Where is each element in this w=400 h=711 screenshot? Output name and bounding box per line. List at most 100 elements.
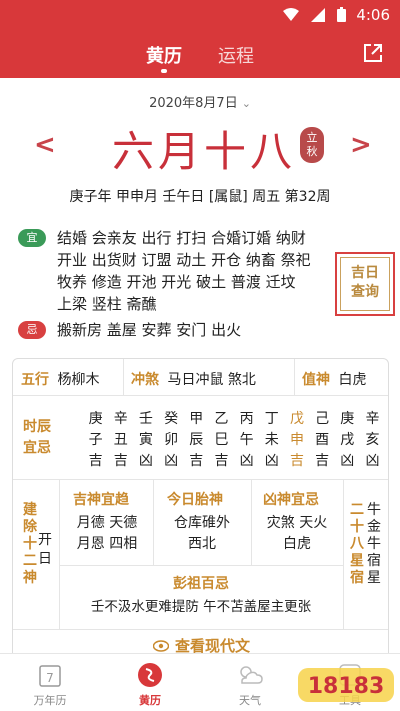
hour-column: 甲辰吉 [184, 409, 209, 472]
hour-char: 亥 [365, 432, 380, 448]
xingxiu-label: 二 十 八 星 宿 [349, 502, 365, 587]
hour-char: 壬 [138, 411, 153, 427]
hour-char: 戌 [340, 432, 355, 448]
xingxiu-value: 牛 金 牛 宿 星 [366, 502, 382, 587]
xingxiu-char: 八 [350, 536, 364, 552]
weather-icon [220, 660, 280, 690]
signal-icon [311, 7, 325, 22]
ji-badge: 忌 [18, 321, 46, 339]
jiri-query-button[interactable]: 吉日 查询 [335, 252, 395, 316]
divider [294, 359, 295, 395]
hour-column: 戊申吉 [284, 409, 309, 472]
xingxiu-value-char: 宿 [367, 553, 381, 569]
hour-column: 癸卯凶 [159, 409, 184, 472]
date-selector-label: 2020年8月7日 [149, 96, 238, 111]
hour-char: 己 [315, 411, 330, 427]
hour-column: 辛丑吉 [108, 409, 133, 472]
shichen-char: 辰 [37, 419, 51, 435]
pengzu-text: 壬不汲水更难提防 午不苫盖屋主更张 [90, 599, 312, 615]
tab-wannianli[interactable]: 7 万年历 [20, 660, 80, 708]
hour-column: 庚子吉 [83, 409, 108, 472]
zhishen-label: 值神 [302, 372, 330, 388]
jianchu-char: 二 [23, 553, 37, 569]
divider [13, 479, 388, 480]
status-bar: 4:06 [0, 0, 400, 30]
shichen-char: 忌 [37, 440, 51, 456]
shichen-label: 时辰 宜忌 [23, 417, 51, 459]
yi-line: 牧养 修造 开池 开光 破土 普渡 迁坟 [57, 273, 296, 291]
hour-fortune: 吉 [315, 453, 330, 469]
xingxiu-char: 十 [350, 519, 364, 535]
hour-char: 未 [264, 432, 279, 448]
hour-fortune: 吉 [189, 453, 204, 469]
hour-char: 庚 [340, 411, 355, 427]
hour-char: 午 [239, 432, 254, 448]
hour-char: 丙 [239, 411, 254, 427]
yi-badge: 宜 [18, 229, 46, 247]
wifi-icon [283, 7, 299, 21]
tab-yuncheng[interactable]: 运程 [218, 42, 254, 68]
chevron-down-icon: ⌄ [241, 97, 251, 110]
tab-tianqi-label: 天气 [239, 694, 261, 707]
ji-list: 搬新房 盖屋 安葬 安门 出火 [57, 321, 242, 339]
jishen-line: 月德 天德 [76, 515, 138, 531]
chongsha-value: 马日冲鼠 煞北 [167, 372, 256, 388]
hour-fortune: 吉 [113, 453, 128, 469]
yi-line: 开业 出货财 订盟 动土 开仓 纳畜 祭祀 [57, 251, 311, 269]
jishen-line: 月恩 四相 [76, 536, 138, 552]
next-day-button[interactable]: > [350, 130, 372, 160]
wuxing-label: 五行 [21, 372, 49, 388]
active-tab-indicator [161, 69, 167, 73]
taishen-line: 仓库碓外 [174, 515, 230, 531]
xingxiu-char: 二 [350, 502, 364, 518]
hour-char: 辛 [113, 411, 128, 427]
tab-huangli-bottom-label: 黄历 [139, 694, 161, 707]
jianchu-value: 开 日 [37, 531, 53, 569]
zhishen-cell: 值神 白虎 [302, 369, 366, 389]
xingxiu-value-char: 牛 [367, 502, 381, 518]
prev-day-button[interactable]: < [34, 130, 56, 160]
top-nav: 黄历 运程 [0, 30, 400, 78]
zhishen-value: 白虎 [338, 372, 367, 388]
divider [59, 565, 343, 566]
hour-column: 庚戌凶 [335, 409, 360, 472]
taishen-line: 西北 [188, 536, 216, 552]
hour-fortune: 凶 [138, 453, 153, 469]
hour-char: 巳 [214, 432, 229, 448]
jianchu-label: 建 除 十 二 神 [22, 502, 38, 587]
jieqi-badge: 立 秋 [300, 127, 324, 163]
almanac-table: 五行 杨柳木 冲煞 马日冲鼠 煞北 值神 白虎 时辰 宜忌 庚子吉辛丑吉壬寅凶癸… [12, 358, 389, 668]
watermark-logo: 18183 [298, 668, 394, 702]
calendar-icon-number: 7 [46, 671, 54, 685]
xingxiu-char: 宿 [350, 570, 364, 586]
hour-column: 乙巳吉 [209, 409, 234, 472]
status-time: 4:06 [356, 6, 390, 24]
hour-char: 辰 [189, 432, 204, 448]
divider [13, 629, 388, 630]
ganzhi-line: 庚子年 甲申月 壬午日 [属鼠] 周五 第32周 [69, 189, 331, 205]
xiongshen-label: 凶神宜忌 [263, 492, 319, 508]
watermark-text: 18183 [308, 674, 385, 699]
date-selector[interactable]: 2020年8月7日 ⌄ [0, 92, 400, 111]
jianchu-char: 建 [23, 502, 37, 518]
divider [251, 479, 252, 565]
wuxing-value: 杨柳木 [57, 372, 100, 388]
xiongshen-line: 灾煞 天火 [266, 515, 328, 531]
wuxing-cell: 五行 杨柳木 [21, 369, 99, 389]
tab-tianqi[interactable]: 天气 [220, 660, 280, 708]
shichen-char: 时 [23, 419, 37, 435]
huangli-icon [120, 660, 180, 690]
xiongshen-line: 白虎 [283, 536, 311, 552]
divider [153, 479, 154, 565]
eye-icon [152, 640, 170, 652]
taishen-body: 仓库碓外 西北 [159, 513, 245, 555]
tab-huangli-label: 黄历 [146, 46, 182, 67]
tab-huangli-bottom[interactable]: 黄历 [120, 660, 180, 708]
tab-huangli[interactable]: 黄历 [146, 42, 182, 73]
hour-fortune: 吉 [88, 453, 103, 469]
yi-line: 结婚 会亲友 出行 打扫 合婚订婚 纳财 [57, 229, 306, 247]
share-icon[interactable] [362, 42, 384, 64]
tab-wannianli-label: 万年历 [33, 694, 67, 707]
hour-char: 庚 [88, 411, 103, 427]
hour-fortune: 凶 [365, 453, 380, 469]
